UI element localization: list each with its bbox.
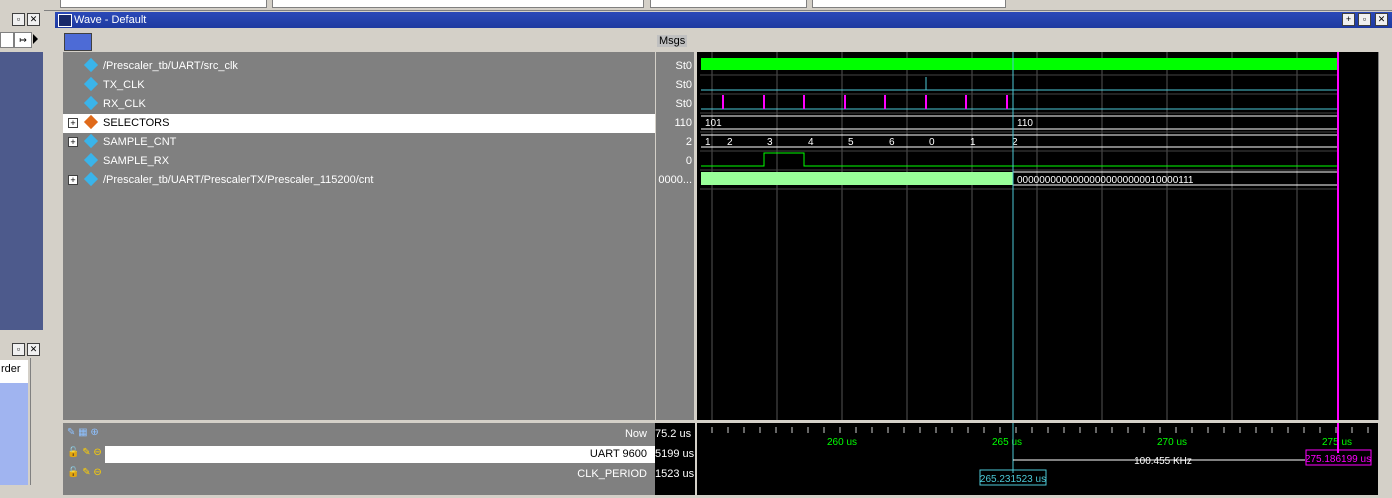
signal-value: 0000... [658,174,692,186]
signal-name: SAMPLE_CNT [103,136,177,148]
wire-icon [83,152,99,168]
cursor-names-pane: ✎ ▦ ⊕ Now 🔓 ✎ ⊖ UART 9600 🔓 ✎ ⊖ CLK_PERIOD [63,423,655,495]
cursor-tools-icon[interactable]: ✎ ▦ ⊕ [67,427,99,438]
sample-cnt-label: 3 [767,137,773,148]
selectors-value-before: 101 [705,118,722,129]
signal-row[interactable]: TX_CLK [63,76,655,95]
float-icon-2[interactable]: ▫ [12,343,25,356]
uart-time-label: 275.186199 us [1305,454,1371,465]
close-icon[interactable]: ✕ [27,13,40,26]
left-list-item[interactable]: rder [1,363,21,375]
sample-cnt-label: 1 [970,137,976,148]
sample-cnt-label: 5 [848,137,854,148]
close-icon-2[interactable]: ✕ [27,343,40,356]
waveform-canvas[interactable]: 101 1101 2 3 4 5 6 0 1 20000000000000000000000001… [697,52,1378,420]
wave-options-icon[interactable] [64,33,92,51]
signal-row[interactable]: + SELECTORS [63,114,655,133]
cursor-name: UART 9600 [589,448,647,460]
signal-value: 2 [685,136,692,148]
signal-name: SELECTORS [103,117,170,129]
signal-value: St0 [675,60,692,72]
signal-name: SAMPLE_RX [103,155,170,167]
wire-icon [83,95,99,111]
wave-window-icon [58,14,72,27]
cnt-value-after: 00000000000000000000000010000111 [1017,175,1194,186]
add-icon[interactable]: + [1342,13,1355,26]
signal-names-pane: /Prescaler_tb/UART/src_clk TX_CLK RX_CLK + S… [63,52,655,420]
signal-row[interactable]: + SAMPLE_CNT [63,133,655,152]
cursor-scrollbar[interactable] [1378,423,1392,495]
waveform-vertical-scrollbar[interactable] [1378,52,1392,420]
cursor-values-pane: 75.2 us 5199 us 1523 us [655,423,695,495]
cursor-value: 1523 us [655,468,695,480]
wave-toolbar [55,30,1392,52]
step-icon[interactable]: ↦ [14,32,32,48]
cursor-value: 5199 us [655,448,695,460]
cursor-timeline-pane[interactable]: 260 us 265 us 270 us 275 us 100.455 KHz 275.1… [697,423,1378,495]
expand-icon[interactable]: + [68,175,78,185]
signal-row[interactable]: RX_CLK [63,95,655,114]
toolbar-combo-2[interactable] [272,0,644,8]
signal-name: TX_CLK [103,79,145,91]
cursor-tools-icon[interactable]: 🔓 ✎ ⊖ [67,447,102,458]
wire-icon [83,57,99,73]
signal-name: /Prescaler_tb/UART/PrescalerTX/Prescaler… [103,174,374,186]
wire-icon [83,76,99,92]
sample-cnt-label: 4 [808,137,814,148]
cursor-name: CLK_PERIOD [577,468,647,480]
sample-cnt-label: 1 [705,137,711,148]
signal-row[interactable]: SAMPLE_RX [63,152,655,171]
signal-row[interactable]: + /Prescaler_tb/UART/PrescalerTX/Prescale… [63,171,655,190]
signal-row[interactable]: /Prescaler_tb/UART/src_clk [63,57,655,76]
undock-icon[interactable]: ▫ [1358,13,1371,26]
cursor-value: 75.2 us [655,428,692,440]
play-icon[interactable] [33,34,38,44]
cnt-bus-active [701,172,1013,185]
sample-cnt-label: 6 [889,137,895,148]
signal-value: 110 [674,117,692,129]
sample-rx-wave [701,152,1338,167]
clk-period-time-label: 265.231523 us [980,474,1046,485]
cursor-timeline-canvas[interactable]: 260 us 265 us 270 us 275 us100.455 KHz 275.1… [697,423,1378,495]
time-axis-label: 260 us [827,437,857,448]
wave-window-titlebar [55,12,1392,28]
selectors-value-after: 110 [1017,118,1033,129]
signal-values-pane: St0 St0 St0 110 2 0 0000... [656,52,694,420]
expand-icon[interactable]: + [68,118,78,128]
time-axis-label: 265 us [992,437,1022,448]
waveform-pane[interactable]: 101 110 1 2 3 4 5 6 0 1 2 0000000000000000000000001… [697,52,1378,420]
signal-value: 0 [685,155,692,167]
wire-icon [83,171,99,187]
toolbar-combo-1[interactable] [60,0,267,8]
left-scrollbar[interactable] [30,358,43,485]
signal-value: St0 [675,79,692,91]
cursor-name: Now [624,428,647,440]
toolbar-combo-4[interactable] [812,0,1006,8]
cursor-tools-icon[interactable]: 🔓 ✎ ⊖ [67,467,102,478]
expand-icon[interactable]: + [68,137,78,147]
left-list-selection [0,383,28,485]
signal-value: St0 [675,98,692,110]
bus-icon [83,114,99,130]
time-axis-label: 270 us [1157,437,1187,448]
toolbar-combo-3[interactable] [650,0,807,8]
cursor-row-highlight[interactable] [105,446,655,463]
sample-cnt-label: 0 [929,137,935,148]
panel-tool-icon[interactable] [0,32,14,48]
delta-frequency-label: 100.455 KHz [1134,456,1192,467]
wave-window-title: Wave - Default [74,14,147,26]
wire-icon [83,133,99,149]
src-clk-wave [701,58,1338,70]
left-panel-workspace [0,52,43,330]
close-wave-icon[interactable]: ✕ [1375,13,1388,26]
sample-cnt-label: 2 [727,137,733,148]
signal-name: RX_CLK [103,98,146,110]
float-icon[interactable]: ▫ [12,13,25,26]
msgs-header: Msgs [657,35,688,47]
signal-name: /Prescaler_tb/UART/src_clk [103,60,238,72]
